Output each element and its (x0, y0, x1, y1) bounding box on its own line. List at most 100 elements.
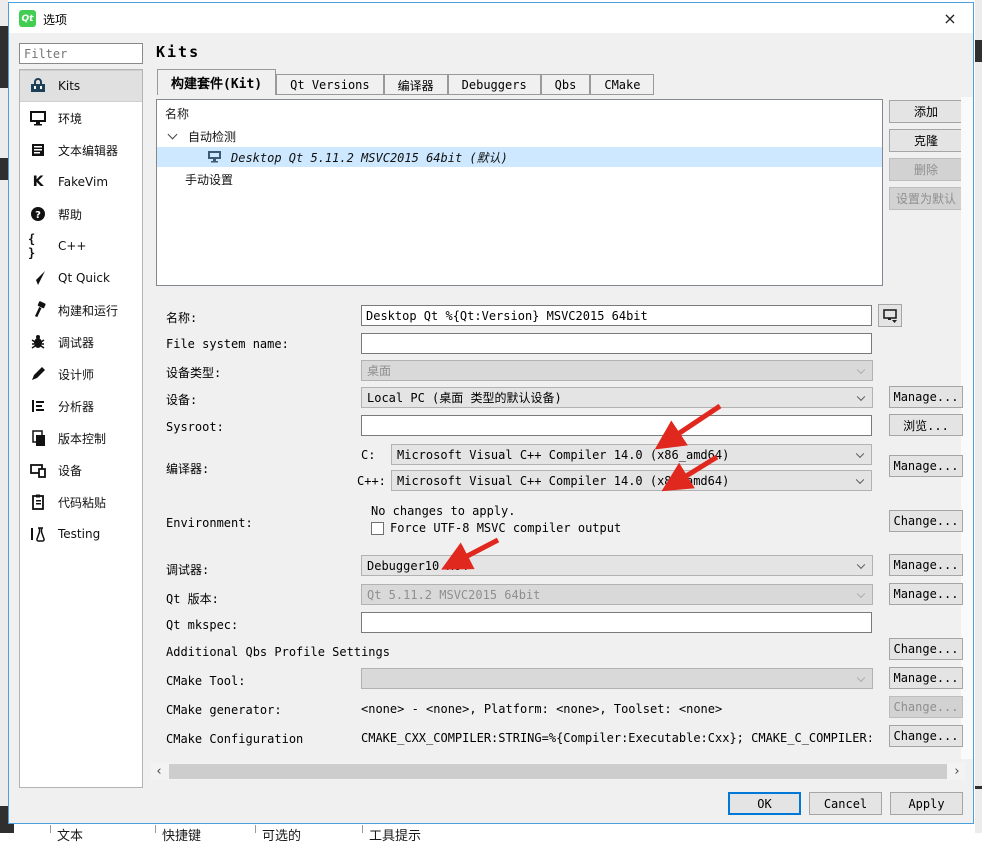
environment-label: Environment: (166, 516, 253, 530)
sidebar-item-label: C++ (58, 239, 87, 253)
tree-column-header: 名称 (165, 107, 190, 121)
c-compiler-select[interactable]: Microsoft Visual C++ Compiler 14.0 (x86_… (391, 444, 872, 465)
tab-compilers[interactable]: 编译器 (383, 74, 448, 95)
sidebar-item-label: 帮助 (58, 207, 83, 222)
checkbox-unchecked-icon[interactable] (371, 521, 384, 535)
force-utf8-checkbox-row[interactable]: Force UTF-8 MSVC compiler output (371, 521, 621, 535)
name-label: 名称: (166, 311, 198, 325)
tab-cmake[interactable]: CMake (590, 74, 655, 95)
c-compiler-label: C: (361, 448, 376, 462)
kit-name-input[interactable] (361, 305, 872, 326)
sidebar-item-devices[interactable]: 设备 (20, 454, 142, 486)
device-type-value: 桌面 (367, 364, 392, 378)
device-value: Local PC (桌面 类型的默认设备) (367, 391, 562, 405)
qt-version-label: Qt 版本: (166, 592, 219, 606)
sidebar-item-fakevim[interactable]: K FakeVim (20, 166, 142, 198)
qt-mkspec-input[interactable] (361, 612, 872, 633)
sidebar-item-build-run[interactable]: 构建和运行 (20, 294, 142, 326)
device-select[interactable]: Local PC (桌面 类型的默认设备) (361, 387, 873, 408)
change-qbs-button[interactable]: Change... (889, 638, 963, 660)
title-bar[interactable]: Qt 选项 × (9, 3, 973, 33)
manage-qt-versions-button[interactable]: Manage... (889, 583, 963, 605)
horizontal-scrollbar[interactable]: ‹ › (151, 763, 965, 780)
horizontal-scrollbar-thumb[interactable] (169, 764, 947, 779)
manage-cmake-button[interactable]: Manage... (889, 667, 963, 689)
cmake-configuration-label: CMake Configuration (166, 732, 304, 746)
tree-item-kit[interactable]: Desktop Qt 5.11.2 MSVC2015 64bit (默认) (157, 147, 882, 167)
sidebar-item-label: 文本编辑器 (58, 143, 119, 158)
tab-kits[interactable]: 构建套件(Kit) (157, 69, 277, 95)
sidebar-item-label: 设计师 (58, 367, 95, 382)
sidebar-item-label: 构建和运行 (58, 303, 119, 318)
sidebar-item-environment[interactable]: 环境 (20, 102, 142, 134)
change-cmake-configuration-button[interactable]: Change... (889, 725, 963, 747)
scroll-right-icon[interactable]: › (949, 763, 965, 780)
file-system-name-label: File system name: (166, 337, 289, 351)
tree-group-auto-detected[interactable]: 自动检测 (157, 126, 882, 146)
add-kit-button[interactable]: 添加 (889, 100, 963, 123)
tab-qbs[interactable]: Qbs (540, 74, 591, 95)
kit-monitor-icon (207, 150, 223, 164)
sidebar-item-kits[interactable]: Kits (20, 70, 142, 102)
cmake-tool-select (361, 668, 873, 689)
cmake-generator-value: <none> - <none>, Platform: <none>, Tools… (361, 702, 723, 716)
manage-compilers-button[interactable]: Manage... (889, 455, 963, 477)
background-right-sliver (975, 0, 982, 833)
tree-group-manual[interactable]: 手动设置 (157, 169, 882, 189)
kits-tab-bar: 构建套件(Kit) Qt Versions 编译器 Debuggers Qbs … (157, 69, 655, 95)
browse-sysroot-button[interactable]: 浏览... (889, 414, 963, 436)
cancel-button[interactable]: Cancel (809, 792, 882, 815)
scroll-left-icon[interactable]: ‹ (151, 763, 167, 780)
sysroot-input[interactable] (361, 415, 872, 436)
filter-input[interactable] (19, 43, 143, 64)
bug-icon (28, 332, 48, 352)
sidebar-item-label: 环境 (58, 111, 83, 126)
sidebar-item-qt-quick[interactable]: Qt Quick (20, 262, 142, 294)
chevron-down-icon[interactable] (167, 129, 178, 140)
cpp-compiler-select[interactable]: Microsoft Visual C++ Compiler 14.0 (x86_… (391, 470, 872, 491)
clone-kit-button[interactable]: 克隆 (889, 129, 963, 152)
page-title: Kits (156, 43, 201, 61)
sidebar-item-label: 分析器 (58, 399, 95, 414)
tree-group-label: 自动检测 (188, 129, 237, 144)
sidebar-item-analyzer[interactable]: 分析器 (20, 390, 142, 422)
manage-debuggers-button[interactable]: Manage... (889, 554, 963, 576)
remove-kit-button: 删除 (889, 158, 963, 181)
qt-version-select: Qt 5.11.2 MSVC2015 64bit (361, 584, 873, 605)
cmake-tool-label: CMake Tool: (166, 674, 246, 688)
sidebar-item-help[interactable]: ? 帮助 (20, 198, 142, 230)
braces-icon: { } (28, 232, 36, 260)
sidebar-item-testing[interactable]: Testing (20, 518, 142, 550)
sidebar-item-code-paster[interactable]: 代码粘贴 (20, 486, 142, 518)
background-column-optional: 可选的 (255, 825, 301, 844)
file-system-name-input[interactable] (361, 333, 872, 354)
sidebar-item-label: Qt Quick (58, 271, 110, 285)
clipboard-icon (28, 492, 48, 512)
tab-debuggers[interactable]: Debuggers (447, 74, 541, 95)
sidebar-item-version-control[interactable]: 版本控制 (20, 422, 142, 454)
sidebar-item-cpp[interactable]: { } C++ (20, 230, 142, 262)
variables-button[interactable] (878, 304, 902, 327)
change-environment-button[interactable]: Change... (889, 510, 963, 532)
sidebar-item-debugger[interactable]: 调试器 (20, 326, 142, 358)
manage-devices-button[interactable]: Manage... (889, 386, 963, 408)
ok-button[interactable]: OK (728, 792, 801, 815)
qt-version-value: Qt 5.11.2 MSVC2015 64bit (367, 587, 541, 602)
apply-button[interactable]: Apply (890, 792, 963, 815)
sidebar-item-label: 设备 (58, 463, 83, 478)
background-dark-patch (975, 786, 982, 789)
debugger-select[interactable]: Debugger10 x64 (361, 555, 873, 576)
sysroot-label: Sysroot: (166, 420, 224, 434)
sidebar-item-designer[interactable]: 设计师 (20, 358, 142, 390)
tab-qt-versions[interactable]: Qt Versions (276, 74, 384, 95)
make-default-button: 设置为默认 (889, 187, 963, 210)
chevron-down-icon (856, 392, 866, 401)
debugger-value: Debugger10 x64 (367, 558, 469, 573)
sidebar-item-text-editor[interactable]: 文本编辑器 (20, 134, 142, 166)
kit-name: Desktop Qt 5.11.2 MSVC2015 64bit (默认) (231, 150, 508, 165)
variables-monitor-icon (882, 308, 897, 323)
pages-icon (28, 428, 48, 448)
change-cmake-generator-button: Change... (889, 696, 963, 718)
close-icon[interactable]: × (935, 5, 965, 31)
kits-tree: 名称 自动检测 Desktop Qt 5.11.2 MSVC2015 64bit… (156, 99, 883, 286)
